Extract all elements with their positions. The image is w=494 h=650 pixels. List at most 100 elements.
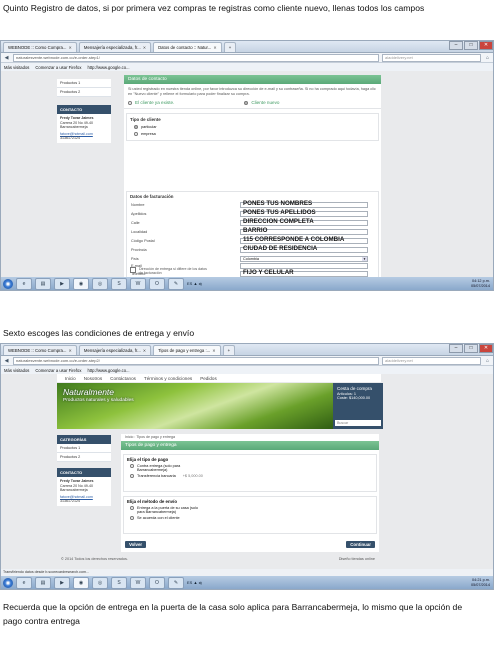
payment-heading: Elija el tipo de pago <box>127 456 169 462</box>
site-logo[interactable]: Naturalmente <box>63 387 114 397</box>
skype-icon[interactable]: S <box>111 277 127 290</box>
browser-search-input[interactable]: aladdelivery.net <box>382 53 481 62</box>
delivery-address-option[interactable]: Dirección de entrega si difiere de los d… <box>130 267 209 275</box>
start-button-icon[interactable] <box>3 278 13 289</box>
back-arrow-icon[interactable]: ◀ <box>3 358 10 364</box>
continue-button[interactable]: Continuar <box>346 541 375 548</box>
bookmark-item[interactable]: http://www.google.co... <box>87 368 129 373</box>
browser-status-bar: Transfiriendo datos desde b.scorecardres… <box>1 569 493 576</box>
maximize-icon[interactable]: □ <box>464 344 478 353</box>
back-arrow-icon[interactable]: ◀ <box>3 55 10 61</box>
existing-client-option[interactable]: El cliente ya existe. <box>128 100 174 105</box>
word-icon[interactable]: W <box>130 576 146 589</box>
page-content: Productos 1 Productos 2 CONTACTO Fredy T… <box>1 71 493 279</box>
outlook-icon[interactable]: O <box>149 277 165 290</box>
nav-contactanos[interactable]: Contáctanos <box>110 376 136 381</box>
browser-tabbar: WEBNODE :: Como Compra... ✕ Mensajería es… <box>1 344 493 356</box>
nav-nosotros[interactable]: Nosotros <box>84 376 102 381</box>
browser-tab[interactable]: Mensajería especializada, fr... ✕ <box>78 345 152 355</box>
caption-step5: Quinto Registro de datos, si por primera… <box>3 3 425 13</box>
explorer-icon[interactable]: e <box>16 277 32 290</box>
nav-terminos[interactable]: Términos y condiciones <box>144 376 192 381</box>
shipping-option-door[interactable]: Entrega a la puerta de su casa (solo par… <box>130 505 373 515</box>
close-window-icon[interactable]: ✕ <box>479 344 493 353</box>
sidebar-item-productos-1[interactable]: Productos 1 <box>57 444 111 453</box>
client-type-empresa[interactable]: empresa <box>134 132 375 137</box>
close-window-icon[interactable]: ✕ <box>479 41 493 50</box>
browser-tab[interactable]: WEBNODE :: Como Compra... ✕ <box>3 345 77 355</box>
browser-tab-active[interactable]: Datos de contacto :: Natur... ✕ <box>153 42 222 52</box>
chrome-icon[interactable]: ◎ <box>92 576 108 589</box>
home-icon[interactable]: ⌂ <box>484 358 491 364</box>
address-bar[interactable]: naturalesvente.webnode.com.co/e-order-st… <box>13 53 379 62</box>
back-button[interactable]: Volver <box>125 541 147 548</box>
radio-icon[interactable] <box>128 100 132 105</box>
sidebar-item-productos-1[interactable]: Productos 1 <box>57 79 111 88</box>
footer-copyright: © 2014 Todos los derechos reservados. <box>61 557 128 561</box>
chevron-down-icon[interactable]: ▼ <box>362 257 367 262</box>
start-button-icon[interactable] <box>3 577 13 588</box>
payment-option-transferencia[interactable]: Transferencia bancaria +$ 5,000.00 <box>130 474 373 479</box>
shipping-option-agreed[interactable]: Se acuerda con el cliente <box>130 516 373 521</box>
bookmark-item[interactable]: Más visitados <box>4 65 29 70</box>
paint-icon[interactable]: ✎ <box>168 576 184 589</box>
media-player-icon[interactable]: ▶ <box>54 277 70 290</box>
radio-checked-icon[interactable] <box>244 100 249 105</box>
apellidos-value: PONES TUS APELLIDOS <box>243 209 316 216</box>
new-tab-button[interactable]: + <box>222 345 236 355</box>
folder-icon[interactable]: ▤ <box>35 576 51 589</box>
firefox-icon[interactable]: ◉ <box>73 277 89 290</box>
new-tab-button[interactable]: + <box>223 42 237 52</box>
paint-icon[interactable]: ✎ <box>168 277 184 290</box>
home-icon[interactable]: ⌂ <box>484 55 491 61</box>
radio-icon[interactable] <box>130 516 134 521</box>
firefox-icon[interactable]: ◉ <box>73 576 89 589</box>
radio-icon[interactable] <box>130 505 134 510</box>
nav-inicio[interactable]: Inicio <box>65 376 76 381</box>
radio-icon[interactable] <box>130 463 134 468</box>
browser-search-input[interactable]: aladdelivery.net <box>382 356 481 365</box>
minimize-icon[interactable]: – <box>449 41 463 50</box>
chrome-icon[interactable]: ◎ <box>92 277 108 290</box>
close-icon[interactable]: ✕ <box>212 346 215 355</box>
close-icon[interactable]: ✕ <box>143 346 146 355</box>
browser-tab[interactable]: WEBNODE :: Como Compra... ✕ <box>3 42 77 52</box>
close-icon[interactable]: ✕ <box>69 346 72 355</box>
checkbox-icon[interactable] <box>130 267 136 273</box>
site-search-input[interactable]: Buscar <box>335 420 381 426</box>
radio-icon[interactable] <box>134 132 138 137</box>
bookmark-item[interactable]: Más visitados <box>4 368 29 373</box>
new-client-option[interactable]: Cliente nuevo <box>244 100 279 105</box>
email-input[interactable] <box>240 263 368 269</box>
sidebar-item-productos-2[interactable]: Productos 2 <box>57 453 111 462</box>
field-provincia: Provincia CIUDAD DE RESIDENCIA <box>131 245 374 254</box>
maximize-icon[interactable]: □ <box>464 41 478 50</box>
browser-tab[interactable]: Mensajería especializada, fr... ✕ <box>78 42 152 52</box>
shopping-cart-box[interactable]: Cesta de compra Artículos: 1 Coste: $140… <box>333 383 383 429</box>
particular-label: particular <box>141 125 157 130</box>
close-icon[interactable]: ✕ <box>69 43 72 52</box>
close-icon[interactable]: ✕ <box>143 43 146 52</box>
pais-select[interactable]: Colombia ▼ <box>240 256 368 262</box>
nav-pedidos[interactable]: Pedidos <box>200 376 217 381</box>
radio-icon[interactable] <box>130 474 134 479</box>
radio-checked-icon[interactable] <box>134 125 138 130</box>
bookmark-item[interactable]: Comenzar a usar Firefox <box>35 368 81 373</box>
outlook-icon[interactable]: O <box>149 576 165 589</box>
bookmark-item[interactable]: Comenzar a usar Firefox <box>35 65 81 70</box>
minimize-icon[interactable]: – <box>449 344 463 353</box>
footer-credit-link[interactable]: Diseño tiendas online <box>339 557 375 561</box>
skype-icon[interactable]: S <box>111 576 127 589</box>
bookmark-item[interactable]: http://www.google.co... <box>87 65 129 70</box>
folder-icon[interactable]: ▤ <box>35 277 51 290</box>
close-icon[interactable]: ✕ <box>213 43 216 52</box>
sidebar-item-productos-2[interactable]: Productos 2 <box>57 88 111 97</box>
media-player-icon[interactable]: ▶ <box>54 576 70 589</box>
browser-tab-active[interactable]: Tipos de pago y entrega :... ✕ <box>153 345 221 355</box>
word-icon[interactable]: W <box>130 277 146 290</box>
explorer-icon[interactable]: e <box>16 576 32 589</box>
clock-date: 05/07/2014 <box>470 283 490 288</box>
address-bar[interactable]: naturalesvente.webnode.com.co/e-order-st… <box>13 356 379 365</box>
payment-option-contra-entrega[interactable]: Contra entrega (solo para Barrancabermej… <box>130 463 373 473</box>
client-type-particular[interactable]: particular <box>134 125 375 130</box>
